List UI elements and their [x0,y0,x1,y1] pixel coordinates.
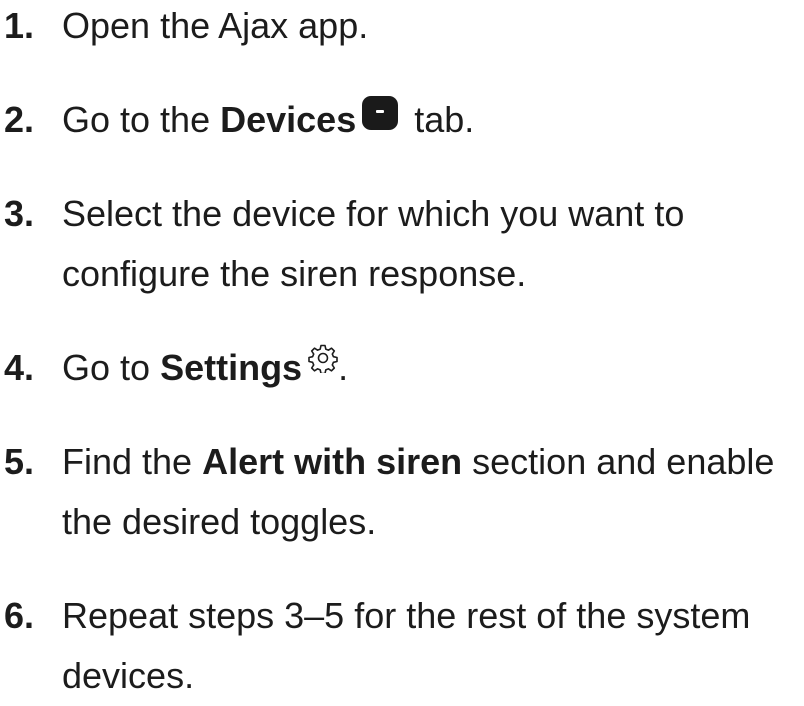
step-text: Find the Alert with siren section and en… [62,432,804,552]
gear-icon [308,343,338,374]
step-text-line-2: devices. [62,655,195,696]
step-number: 1. [4,5,35,46]
step-1: 1. Open the Ajax app. [4,0,804,56]
instruction-list: 1. Open the Ajax app. 2. Go to the Devic… [0,0,804,696]
step-number: 6. [4,595,35,636]
step-text-line-2: the desired toggles. [62,501,377,542]
step-number: 3. [4,193,35,234]
step-4: 4. Go to Settings. [4,338,804,398]
devices-label: Devices [220,99,357,140]
step-text-after: . [338,347,349,388]
step-text-before: Find the [62,441,203,482]
devices-tab-icon [362,96,399,131]
step-3: 3. Select the device for which you want … [4,184,804,304]
settings-label: Settings [160,347,303,388]
step-number: 4. [4,347,35,388]
step-text-before: Go to the [62,99,221,140]
step-text: Repeat steps 3–5 for the rest of the sys… [62,586,804,706]
step-text: Go to Settings. [62,338,804,398]
step-text-after: tab. [404,99,475,140]
step-text-line-1: Select the device for which you want to [62,193,685,234]
step-text-after: section and enable [462,441,775,482]
step-text: Select the device for which you want to … [62,184,804,304]
step-number: 5. [4,441,35,482]
alert-with-siren-label: Alert with siren [202,441,463,482]
step-text: Go to the Devices tab. [62,90,804,150]
step-number: 2. [4,99,35,140]
step-2: 2. Go to the Devices tab. [4,90,804,150]
step-text: Open the Ajax app. [62,0,804,56]
step-text-content: Open the Ajax app. [62,5,369,46]
step-6: 6. Repeat steps 3–5 for the rest of the … [4,586,804,706]
step-text-line-2: configure the siren response. [62,253,527,294]
step-5: 5. Find the Alert with siren section and… [4,432,804,552]
step-text-line-1: Repeat steps 3–5 for the rest of the sys… [62,595,751,636]
step-text-before: Go to [62,347,161,388]
